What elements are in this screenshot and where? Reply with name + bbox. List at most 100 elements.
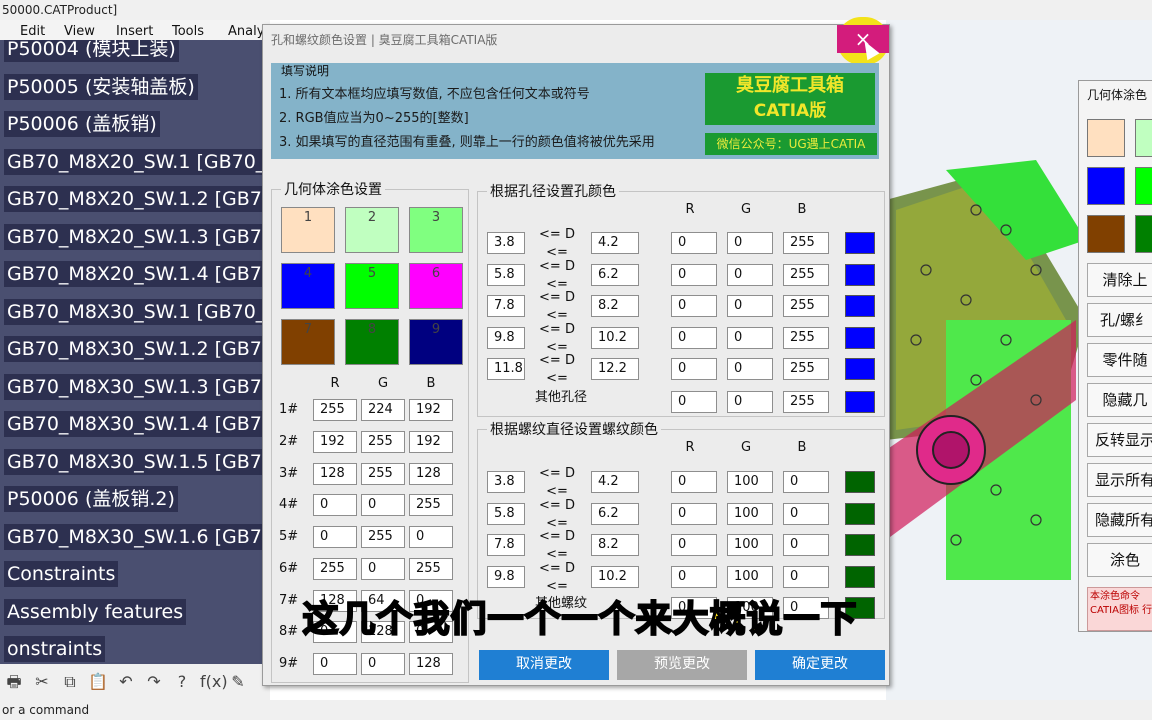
color-swatch[interactable] bbox=[1087, 167, 1125, 205]
confirm-changes-button[interactable]: 确定更改 bbox=[755, 650, 885, 680]
diameter-min-input[interactable]: 5.8 bbox=[487, 502, 525, 525]
color-swatch[interactable] bbox=[1135, 167, 1152, 205]
color-r-input[interactable]: 192 bbox=[313, 430, 357, 453]
color-g-input[interactable]: 255 bbox=[361, 526, 405, 548]
color-b-input[interactable]: 0 bbox=[783, 502, 829, 525]
diameter-max-input[interactable]: 8.2 bbox=[591, 534, 639, 556]
panel-button[interactable]: 涂色 bbox=[1087, 543, 1152, 577]
paste-icon[interactable]: 📋 bbox=[88, 672, 108, 692]
color-swatch[interactable] bbox=[1135, 119, 1152, 157]
color-r-input[interactable]: 0 bbox=[671, 502, 717, 525]
color-b-input[interactable]: 0 bbox=[783, 471, 829, 493]
cancel-changes-button[interactable]: 取消更改 bbox=[479, 650, 609, 680]
color-b-input[interactable]: 255 bbox=[783, 391, 829, 413]
panel-button[interactable]: 清除上 bbox=[1087, 263, 1152, 297]
color-b-input[interactable]: 255 bbox=[783, 326, 829, 349]
tree-node[interactable]: GB70_M8X30_SW.1.4 [GB7 bbox=[4, 411, 265, 437]
color-preview[interactable] bbox=[845, 232, 875, 254]
color-swatch-7[interactable]: 7 bbox=[281, 319, 335, 365]
color-swatch-5[interactable]: 5 bbox=[345, 263, 399, 309]
color-r-input[interactable]: 255 bbox=[313, 399, 357, 421]
color-g-input[interactable]: 100 bbox=[727, 565, 773, 588]
color-swatch-9[interactable]: 9 bbox=[409, 319, 463, 365]
color-g-input[interactable]: 0 bbox=[727, 232, 773, 254]
color-b-input[interactable]: 255 bbox=[783, 295, 829, 317]
diameter-max-input[interactable]: 12.2 bbox=[591, 358, 639, 380]
color-preview[interactable] bbox=[845, 358, 875, 380]
color-preview[interactable] bbox=[845, 326, 875, 349]
diameter-min-input[interactable]: 7.8 bbox=[487, 295, 525, 317]
diameter-max-input[interactable]: 6.2 bbox=[591, 502, 639, 525]
color-swatch[interactable] bbox=[1087, 215, 1125, 253]
diameter-max-input[interactable]: 4.2 bbox=[591, 471, 639, 493]
diameter-min-input[interactable]: 3.8 bbox=[487, 471, 525, 493]
color-g-input[interactable]: 0 bbox=[361, 557, 405, 580]
color-g-input[interactable]: 0 bbox=[727, 295, 773, 317]
color-r-input[interactable]: 0 bbox=[671, 263, 717, 286]
diameter-max-input[interactable]: 8.2 bbox=[591, 295, 639, 317]
color-r-input[interactable]: 0 bbox=[671, 391, 717, 413]
color-r-input[interactable]: 255 bbox=[313, 557, 357, 580]
panel-button[interactable]: 隐藏几 bbox=[1087, 383, 1152, 417]
tree-node[interactable]: GB70_M8X20_SW.1.4 [GB7 bbox=[4, 261, 265, 287]
copy-icon[interactable]: ⧉ bbox=[60, 672, 80, 692]
color-r-input[interactable]: 0 bbox=[313, 653, 357, 675]
tree-node[interactable]: GB70_M8X30_SW.1 [GB70_ bbox=[4, 298, 269, 325]
color-preview[interactable] bbox=[845, 471, 875, 493]
color-swatch-3[interactable]: 3 bbox=[409, 207, 463, 253]
color-r-input[interactable]: 0 bbox=[313, 526, 357, 548]
diameter-max-input[interactable]: 10.2 bbox=[591, 565, 639, 588]
color-preview[interactable] bbox=[845, 565, 875, 588]
color-b-input[interactable]: 0 bbox=[783, 565, 829, 588]
color-r-input[interactable]: 128 bbox=[313, 462, 357, 485]
color-b-input[interactable]: 192 bbox=[409, 399, 453, 421]
color-r-input[interactable]: 0 bbox=[671, 358, 717, 380]
cut-icon[interactable]: ✂ bbox=[32, 672, 52, 692]
color-swatch-4[interactable]: 4 bbox=[281, 263, 335, 309]
color-b-input[interactable]: 255 bbox=[409, 557, 453, 580]
color-b-input[interactable]: 128 bbox=[409, 653, 453, 675]
panel-button[interactable]: 隐藏所有 bbox=[1087, 503, 1152, 537]
color-g-input[interactable]: 0 bbox=[361, 494, 405, 517]
color-swatch-8[interactable]: 8 bbox=[345, 319, 399, 365]
tree-node[interactable]: GB70_M8X20_SW.1.3 [GB7 bbox=[4, 223, 265, 250]
color-swatch-1[interactable]: 1 bbox=[281, 207, 335, 253]
diameter-min-input[interactable]: 11.8 bbox=[487, 358, 525, 380]
color-g-input[interactable]: 0 bbox=[361, 653, 405, 675]
color-g-input[interactable]: 0 bbox=[727, 263, 773, 286]
color-g-input[interactable]: 100 bbox=[727, 471, 773, 493]
tree-node[interactable]: P50005 (安装轴盖板) bbox=[4, 73, 198, 100]
redo-icon[interactable]: ↷ bbox=[144, 672, 164, 692]
tree-node[interactable]: Assembly features bbox=[4, 598, 187, 625]
tree-node[interactable]: onstraints bbox=[4, 636, 106, 662]
color-r-input[interactable]: 0 bbox=[313, 494, 357, 517]
color-b-input[interactable]: 0 bbox=[409, 526, 453, 548]
diameter-max-input[interactable]: 6.2 bbox=[591, 263, 639, 286]
diameter-max-input[interactable]: 10.2 bbox=[591, 326, 639, 349]
color-g-input[interactable]: 255 bbox=[361, 462, 405, 485]
color-b-input[interactable]: 255 bbox=[783, 232, 829, 254]
color-b-input[interactable]: 255 bbox=[783, 263, 829, 286]
color-r-input[interactable]: 0 bbox=[671, 565, 717, 588]
color-r-input[interactable]: 0 bbox=[671, 326, 717, 349]
tree-node[interactable]: P50006 (盖板销) bbox=[4, 111, 160, 137]
panel-button[interactable]: 零件随 bbox=[1087, 343, 1152, 377]
color-preview[interactable] bbox=[845, 295, 875, 317]
color-b-input[interactable]: 255 bbox=[783, 358, 829, 380]
color-r-input[interactable]: 0 bbox=[671, 534, 717, 556]
color-g-input[interactable]: 0 bbox=[727, 391, 773, 413]
panel-button[interactable]: 反转显示 bbox=[1087, 423, 1152, 457]
diameter-min-input[interactable]: 9.8 bbox=[487, 326, 525, 349]
color-g-input[interactable]: 100 bbox=[727, 534, 773, 556]
color-swatch[interactable] bbox=[1135, 215, 1152, 253]
tree-node[interactable]: P50006 (盖板销.2) bbox=[4, 486, 178, 512]
tree-node[interactable]: GB70_M8X20_SW.1.2 [GB7 bbox=[4, 186, 265, 212]
color-swatch-6[interactable]: 6 bbox=[409, 263, 463, 309]
tree-node[interactable]: GB70_M8X30_SW.1.5 [GB7 bbox=[4, 448, 265, 475]
color-r-input[interactable]: 0 bbox=[671, 295, 717, 317]
color-preview[interactable] bbox=[845, 263, 875, 286]
color-b-input[interactable]: 192 bbox=[409, 430, 453, 453]
tree-node[interactable]: P50004 (模块上装) bbox=[4, 40, 179, 62]
printer-icon[interactable]: 🖶 bbox=[4, 672, 24, 692]
tree-node[interactable]: GB70_M8X20_SW.1 [GB70_ bbox=[4, 148, 269, 175]
